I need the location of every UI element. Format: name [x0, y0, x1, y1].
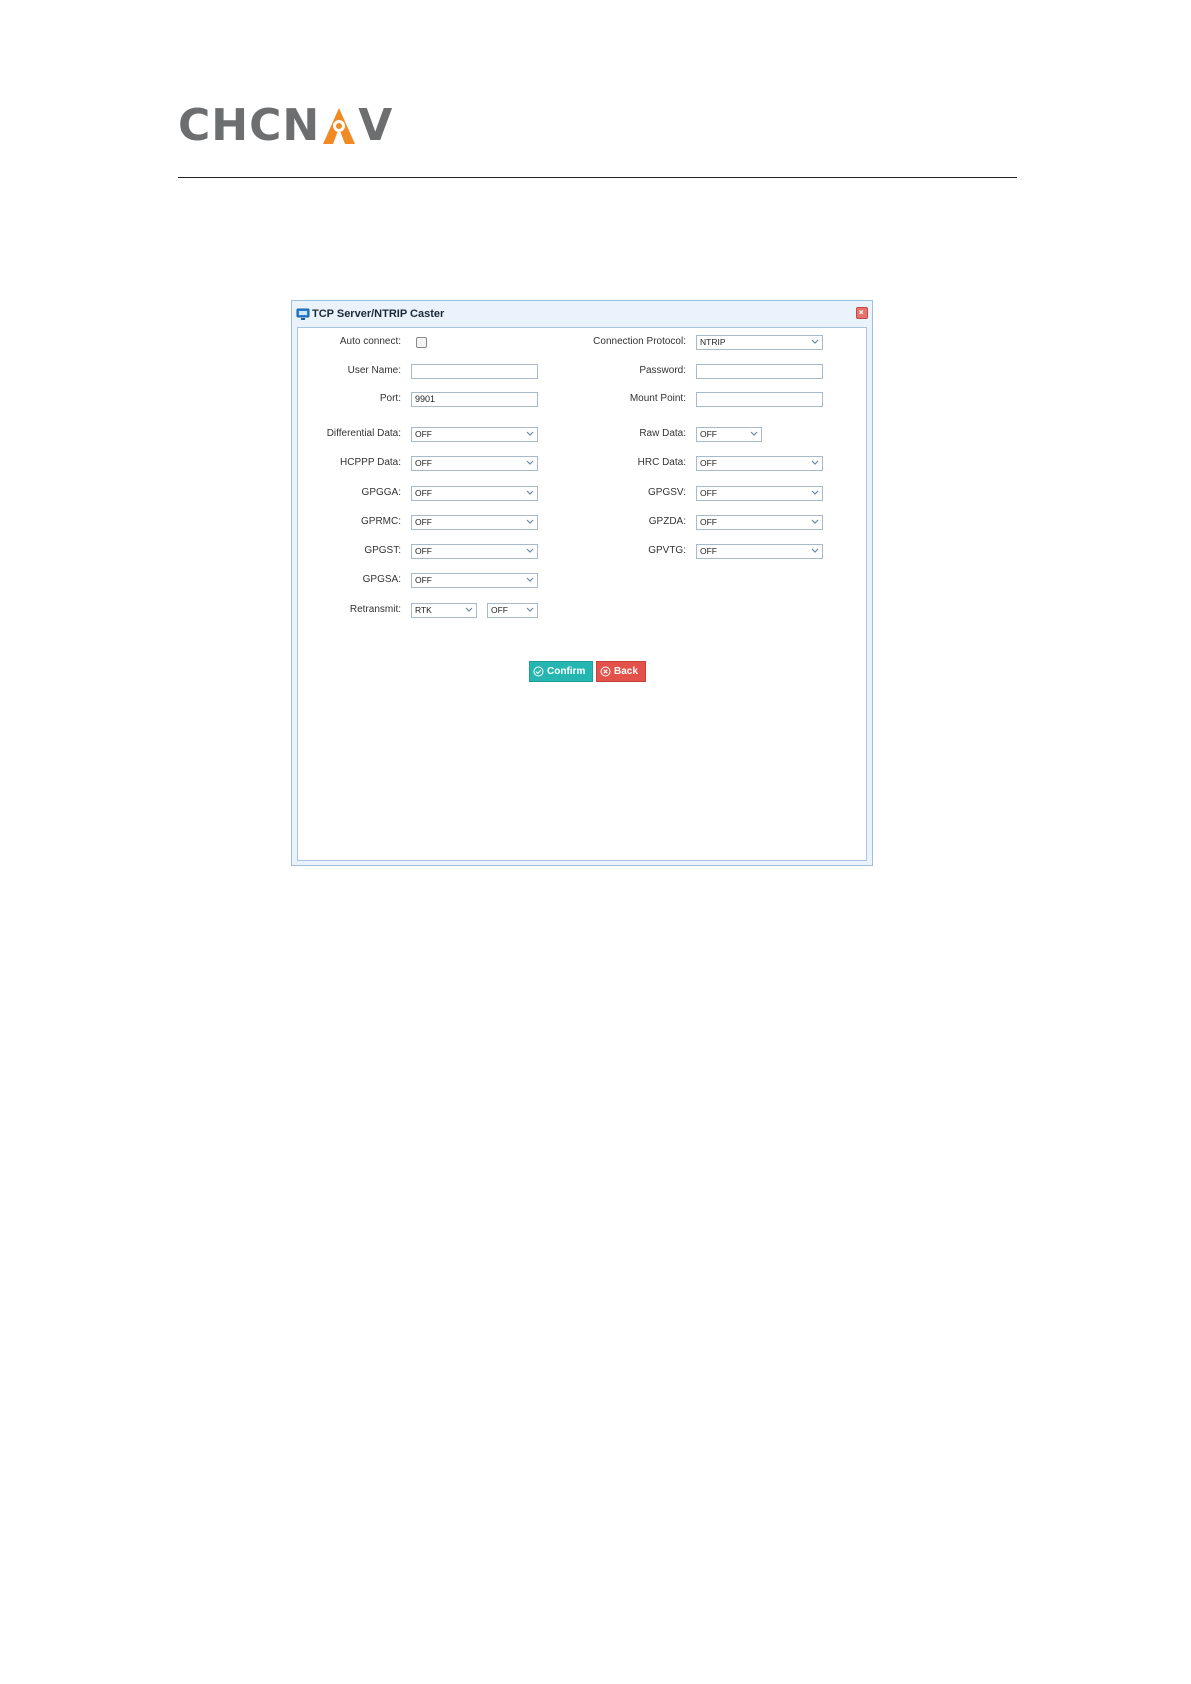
- connection-protocol-select[interactable]: NTRIP: [696, 335, 823, 350]
- gpvtg-label: GPVTG:: [648, 545, 686, 556]
- password-input[interactable]: [696, 364, 823, 379]
- hcppp-data-select[interactable]: OFF: [411, 456, 538, 471]
- gpgst-value: OFF: [415, 546, 432, 556]
- chevron-down-icon: [465, 607, 473, 612]
- retransmit-state-select[interactable]: OFF: [487, 603, 538, 618]
- monitor-icon: [296, 308, 310, 320]
- check-circle-icon: [533, 666, 544, 677]
- chevron-down-icon: [811, 460, 819, 465]
- logo-text-left: CHCN: [178, 100, 321, 151]
- gpgst-label: GPGST:: [364, 545, 401, 556]
- dialog-title: TCP Server/NTRIP Caster: [312, 308, 445, 320]
- hrc-data-value: OFF: [700, 458, 717, 468]
- raw-data-value: OFF: [700, 429, 717, 439]
- hrc-data-select[interactable]: OFF: [696, 456, 823, 471]
- close-button[interactable]: [856, 307, 868, 319]
- differential-data-value: OFF: [415, 429, 432, 439]
- hcppp-data-value: OFF: [415, 458, 432, 468]
- dialog-body: Auto connect: Connection Protocol: NTRIP…: [297, 327, 867, 861]
- gpgsv-select[interactable]: OFF: [696, 486, 823, 501]
- chevron-down-icon: [526, 519, 534, 524]
- gprmc-select[interactable]: OFF: [411, 515, 538, 530]
- chevron-down-icon: [526, 607, 534, 612]
- auto-connect-label: Auto connect:: [339, 336, 401, 347]
- chevron-down-icon: [811, 519, 819, 524]
- confirm-button-label: Confirm: [547, 666, 586, 677]
- back-button-label: Back: [614, 666, 638, 677]
- chevron-down-icon: [811, 548, 819, 553]
- hcppp-data-label: HCPPP Data:: [340, 457, 401, 468]
- chevron-down-icon: [526, 431, 534, 436]
- connection-protocol-value: NTRIP: [700, 337, 726, 347]
- chevron-down-icon: [526, 490, 534, 495]
- raw-data-label: Raw Data:: [639, 428, 686, 439]
- retransmit-source-select[interactable]: RTK: [411, 603, 477, 618]
- gpgsa-value: OFF: [415, 575, 432, 585]
- chcnav-logo: CHCN V: [178, 104, 393, 148]
- port-label: Port:: [379, 393, 401, 404]
- differential-data-select[interactable]: OFF: [411, 427, 538, 442]
- chevron-down-icon: [526, 577, 534, 582]
- gpgga-value: OFF: [415, 488, 432, 498]
- gpgsa-select[interactable]: OFF: [411, 573, 538, 588]
- tcp-server-dialog: TCP Server/NTRIP Caster Auto connect: Co…: [291, 300, 873, 866]
- cancel-circle-icon: [600, 666, 611, 677]
- retransmit-state-value: OFF: [491, 605, 508, 615]
- close-icon: [859, 310, 864, 315]
- gpvtg-select[interactable]: OFF: [696, 544, 823, 559]
- gpgga-label: GPGGA:: [361, 487, 401, 498]
- gpgst-select[interactable]: OFF: [411, 544, 538, 559]
- header-divider: [178, 177, 1017, 178]
- retransmit-source-value: RTK: [415, 605, 432, 615]
- gpzda-value: OFF: [700, 517, 717, 527]
- chevron-down-icon: [750, 431, 758, 436]
- back-button[interactable]: Back: [596, 661, 646, 682]
- dialog-titlebar[interactable]: TCP Server/NTRIP Caster: [292, 301, 872, 327]
- gpvtg-value: OFF: [700, 546, 717, 556]
- connection-protocol-label: Connection Protocol:: [593, 336, 686, 347]
- chevron-down-icon: [811, 490, 819, 495]
- logo-a-pin-icon: [323, 108, 356, 144]
- chevron-down-icon: [526, 548, 534, 553]
- gprmc-value: OFF: [415, 517, 432, 527]
- retransmit-label: Retransmit:: [349, 604, 401, 615]
- differential-data-label: Differential Data:: [326, 428, 401, 439]
- chevron-down-icon: [526, 460, 534, 465]
- gpgsv-label: GPGSV:: [648, 487, 686, 498]
- gpgsv-value: OFF: [700, 488, 717, 498]
- port-input[interactable]: 9901: [411, 392, 538, 407]
- raw-data-select[interactable]: OFF: [696, 427, 762, 442]
- gpgsa-label: GPGSA:: [362, 574, 401, 585]
- hrc-data-label: HRC Data:: [637, 457, 686, 468]
- gprmc-label: GPRMC:: [361, 516, 401, 527]
- confirm-button[interactable]: Confirm: [529, 661, 593, 682]
- gpgga-select[interactable]: OFF: [411, 486, 538, 501]
- user-name-input[interactable]: [411, 364, 538, 379]
- user-name-label: User Name:: [347, 365, 401, 376]
- auto-connect-checkbox[interactable]: [416, 337, 427, 348]
- mount-point-label: Mount Point:: [629, 393, 686, 404]
- gpzda-select[interactable]: OFF: [696, 515, 823, 530]
- gpzda-label: GPZDA:: [648, 516, 686, 527]
- password-label: Password:: [639, 365, 686, 376]
- logo-text-right: V: [358, 100, 394, 151]
- chevron-down-icon: [811, 339, 819, 344]
- mount-point-input[interactable]: [696, 392, 823, 407]
